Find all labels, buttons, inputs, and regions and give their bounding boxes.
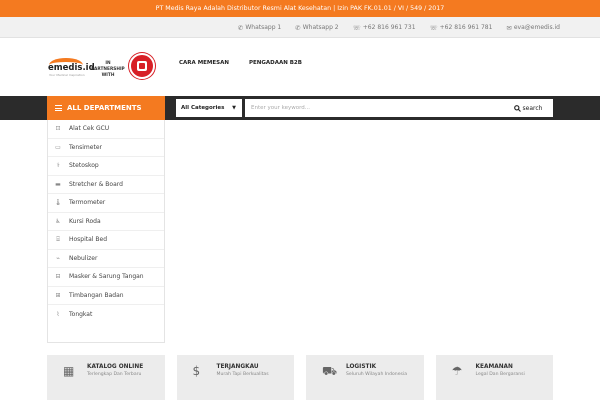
- category-label: Hospital Bed: [69, 236, 108, 244]
- nav-pengadaan-b2b[interactable]: PENGADAAN B2B: [249, 60, 302, 66]
- contact-phone-1[interactable]: ☏ +62 816 961 731: [353, 24, 416, 32]
- category-alat-cek-gcu[interactable]: ⊡ Alat Cek GCU: [48, 120, 164, 139]
- feature-title: KEAMANAN: [475, 364, 513, 370]
- menu-icon: [55, 105, 62, 111]
- wheelchair-icon: ♿: [55, 217, 61, 225]
- feature-strip: ▦ KATALOG ONLINE Terlengkap Dan Terbaru …: [47, 355, 553, 400]
- contact-label: eva@emedis.id: [513, 24, 560, 31]
- partnership-line-1: IN PARTNERSHIP: [91, 61, 125, 72]
- category-select-value: All Categories: [181, 105, 225, 111]
- partnership-label: IN PARTNERSHIP WITH: [88, 61, 128, 79]
- truck-icon: ⛟: [322, 364, 338, 378]
- search-button[interactable]: search: [503, 99, 553, 117]
- category-label: Tensimeter: [69, 143, 102, 151]
- category-masker-sarung-tangan[interactable]: ⊟ Masker & Sarung Tangan: [48, 268, 164, 287]
- category-label: Kursi Roda: [69, 217, 101, 225]
- category-label: Tongkat: [69, 310, 93, 318]
- contact-list: ✆ Whatsapp 1 ✆ Whatsapp 2 ☏ +62 816 961 …: [238, 17, 560, 38]
- stethoscope-icon: ⚕: [56, 162, 60, 170]
- category-select[interactable]: All Categories ▼: [176, 99, 242, 117]
- contact-whatsapp-1[interactable]: ✆ Whatsapp 1: [238, 24, 281, 32]
- category-label: Stretcher & Board: [69, 180, 123, 188]
- category-timbangan-badan[interactable]: ⊞ Timbangan Badan: [48, 287, 164, 305]
- thermometer-icon: 🌡: [54, 199, 62, 207]
- feature-title: LOGISTIK: [346, 364, 377, 370]
- category-termometer[interactable]: 🌡 Termometer: [48, 194, 164, 213]
- contact-label: Whatsapp 2: [302, 24, 339, 31]
- feature-title: KATALOG ONLINE: [87, 364, 144, 370]
- category-stretcher-board[interactable]: ▬ Stretcher & Board: [48, 176, 164, 194]
- category-label: Alat Cek GCU: [69, 125, 110, 133]
- contact-phone-2[interactable]: ☏ +62 816 961 781: [430, 24, 493, 32]
- category-label: Timbangan Badan: [69, 291, 124, 299]
- bed-icon: ⌸: [56, 235, 60, 243]
- category-label: Termometer: [69, 199, 106, 207]
- main-nav: CARA MEMESAN PENGADAAN B2B: [179, 60, 302, 66]
- glucose-meter-icon: ⊡: [55, 125, 61, 133]
- feature-keamanan: ☂ KEAMANAN Legal Dan Bergaransi: [435, 355, 553, 400]
- category-kursi-roda[interactable]: ♿ Kursi Roda: [48, 213, 164, 231]
- site-logo[interactable]: emedis.id Your Medical Inspiration: [47, 58, 95, 77]
- caret-down-icon: ▼: [232, 105, 236, 111]
- money-icon: $: [192, 364, 201, 378]
- partner-seal-icon: [129, 53, 155, 79]
- mask-icon: ⊟: [55, 273, 61, 281]
- announcement-text: PT Medis Raya Adalah Distributor Resmi A…: [155, 5, 445, 12]
- feature-logistik: ⛟ LOGISTIK Seluruh Wilayah Indonesia: [306, 355, 424, 400]
- feature-subtitle: Seluruh Wilayah Indonesia: [346, 372, 408, 377]
- feature-title: TERJANGKAU: [216, 364, 259, 370]
- stretcher-icon: ▬: [55, 180, 61, 188]
- contact-label: +62 816 961 781: [439, 24, 493, 31]
- contact-email[interactable]: ✉ eva@emedis.id: [506, 24, 560, 32]
- scale-icon: ⊞: [55, 291, 61, 299]
- announcement-bar: PT Medis Raya Adalah Distributor Resmi A…: [0, 0, 600, 17]
- category-list: ⊡ Alat Cek GCU ▭ Tensimeter ⚕ Stetoskop …: [47, 120, 165, 343]
- contact-label: Whatsapp 1: [245, 24, 282, 31]
- umbrella-icon: ☂: [451, 364, 463, 378]
- category-label: Masker & Sarung Tangan: [69, 273, 144, 281]
- category-tongkat[interactable]: ⌇ Tongkat: [48, 305, 164, 324]
- whatsapp-icon: ✆: [237, 23, 244, 32]
- nebulizer-icon: ⌁: [56, 254, 60, 262]
- search-button-label: search: [522, 104, 543, 112]
- feature-subtitle: Murah Tapi Berkualitas: [216, 372, 269, 377]
- category-tensimeter[interactable]: ▭ Tensimeter: [48, 139, 164, 157]
- nav-cara-memesan[interactable]: CARA MEMESAN: [179, 60, 229, 66]
- cane-icon: ⌇: [56, 310, 60, 318]
- calendar-icon: ▦: [63, 364, 75, 378]
- category-label: Stetoskop: [69, 162, 99, 170]
- contact-bar: ✆ Whatsapp 1 ✆ Whatsapp 2 ☏ +62 816 961 …: [0, 17, 600, 38]
- tensimeter-icon: ▭: [55, 143, 61, 151]
- category-nebulizer[interactable]: ⌁ Nebulizer: [48, 250, 164, 268]
- partnership-line-2: WITH: [101, 73, 115, 78]
- search-icon: [513, 104, 521, 112]
- feature-subtitle: Terlengkap Dan Terbaru: [87, 372, 142, 377]
- phone-icon: ☏: [429, 23, 438, 32]
- contact-whatsapp-2[interactable]: ✆ Whatsapp 2: [295, 24, 338, 32]
- phone-icon: ☏: [352, 23, 361, 32]
- feature-terjangkau: $ TERJANGKAU Murah Tapi Berkualitas: [176, 355, 294, 400]
- all-departments-label: ALL DEPARTMENTS: [67, 104, 142, 112]
- category-label: Nebulizer: [69, 254, 98, 262]
- all-departments-button[interactable]: ALL DEPARTMENTS: [47, 96, 165, 120]
- search-input[interactable]: [245, 99, 503, 117]
- mail-icon: ✉: [506, 23, 512, 32]
- feature-subtitle: Legal Dan Bergaransi: [475, 372, 525, 377]
- whatsapp-icon: ✆: [295, 23, 301, 32]
- feature-katalog-online: ▦ KATALOG ONLINE Terlengkap Dan Terbaru: [47, 355, 165, 400]
- category-hospital-bed[interactable]: ⌸ Hospital Bed: [48, 231, 164, 250]
- category-stetoskop[interactable]: ⚕ Stetoskop: [48, 157, 164, 176]
- contact-label: +62 816 961 731: [362, 24, 416, 31]
- logo-tagline: Your Medical Inspiration: [49, 73, 85, 77]
